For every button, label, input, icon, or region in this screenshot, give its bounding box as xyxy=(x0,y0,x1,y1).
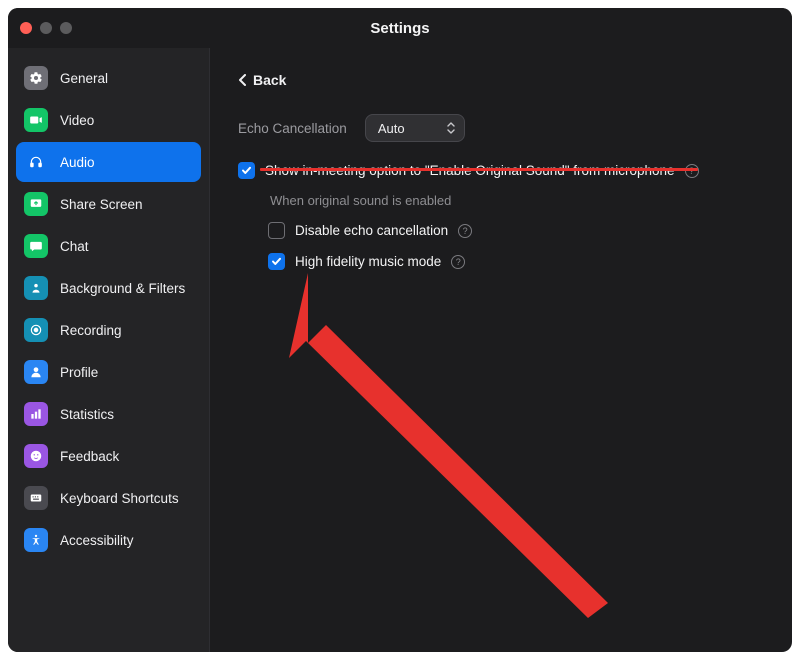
sidebar-item-label: General xyxy=(60,71,108,86)
keyboard-icon xyxy=(24,486,48,510)
traffic-light-minimize[interactable] xyxy=(40,22,52,34)
echo-cancellation-label: Echo Cancellation xyxy=(238,121,347,136)
accessibility-icon xyxy=(24,528,48,552)
chevron-left-icon xyxy=(238,74,247,86)
sidebar-item-label: Profile xyxy=(60,365,98,380)
sidebar-item-label: Video xyxy=(60,113,94,128)
disable-echo-row: Disable echo cancellation ? xyxy=(268,222,764,239)
high-fidelity-row: High fidelity music mode ? xyxy=(268,253,764,270)
sidebar-item-audio[interactable]: Audio xyxy=(16,142,201,182)
sidebar-item-feedback[interactable]: Feedback xyxy=(16,436,201,476)
help-disable-echo-icon[interactable]: ? xyxy=(458,224,472,238)
sidebar-item-label: Feedback xyxy=(60,449,119,464)
check-icon xyxy=(241,165,252,176)
titlebar: Settings xyxy=(8,8,792,48)
window-body: General Video Audio Share Screen xyxy=(8,48,792,652)
recording-icon xyxy=(24,318,48,342)
sidebar-item-label: Audio xyxy=(60,155,95,170)
high-fidelity-label: High fidelity music mode xyxy=(295,254,441,269)
sidebar-item-recording[interactable]: Recording xyxy=(16,310,201,350)
sidebar-item-keyboard-shortcuts[interactable]: Keyboard Shortcuts xyxy=(16,478,201,518)
headphones-icon xyxy=(24,150,48,174)
sidebar-item-label: Share Screen xyxy=(60,197,143,212)
chevron-up-down-icon xyxy=(446,122,456,134)
back-button[interactable]: Back xyxy=(238,72,764,88)
sidebar-item-background-filters[interactable]: Background & Filters xyxy=(16,268,201,308)
sidebar-item-general[interactable]: General xyxy=(16,58,201,98)
annotation-arrow xyxy=(278,263,618,623)
traffic-light-close[interactable] xyxy=(20,22,32,34)
window-controls xyxy=(20,22,72,34)
sidebar-item-label: Recording xyxy=(60,323,122,338)
sidebar-item-profile[interactable]: Profile xyxy=(16,352,201,392)
share-screen-icon xyxy=(24,192,48,216)
traffic-light-maximize[interactable] xyxy=(60,22,72,34)
video-icon xyxy=(24,108,48,132)
check-icon xyxy=(271,256,282,267)
original-sound-suboptions: Disable echo cancellation ? High fidelit… xyxy=(268,222,764,270)
window-title: Settings xyxy=(370,20,429,37)
sidebar-item-statistics[interactable]: Statistics xyxy=(16,394,201,434)
show-original-sound-checkbox[interactable] xyxy=(238,162,255,179)
feedback-icon xyxy=(24,444,48,468)
gear-icon xyxy=(24,66,48,90)
original-sound-section-heading: When original sound is enabled xyxy=(270,193,764,208)
disable-echo-label: Disable echo cancellation xyxy=(295,223,448,238)
disable-echo-checkbox[interactable] xyxy=(268,222,285,239)
sidebar-item-label: Accessibility xyxy=(60,533,134,548)
content-pane: Back Echo Cancellation Auto Show in-me xyxy=(210,48,792,652)
chat-icon xyxy=(24,234,48,258)
back-label: Back xyxy=(253,72,286,88)
statistics-icon xyxy=(24,402,48,426)
sidebar-item-label: Keyboard Shortcuts xyxy=(60,491,179,506)
background-filters-icon xyxy=(24,276,48,300)
annotation-underline xyxy=(260,168,698,171)
sidebar-item-video[interactable]: Video xyxy=(16,100,201,140)
sidebar-item-accessibility[interactable]: Accessibility xyxy=(16,520,201,560)
sidebar-item-label: Chat xyxy=(60,239,89,254)
high-fidelity-checkbox[interactable] xyxy=(268,253,285,270)
settings-window: Settings General Video Audio xyxy=(8,8,792,652)
sidebar: General Video Audio Share Screen xyxy=(8,48,210,652)
echo-cancellation-row: Echo Cancellation Auto xyxy=(238,114,764,142)
sidebar-item-share-screen[interactable]: Share Screen xyxy=(16,184,201,224)
profile-icon xyxy=(24,360,48,384)
sidebar-item-label: Statistics xyxy=(60,407,114,422)
sidebar-item-chat[interactable]: Chat xyxy=(16,226,201,266)
help-high-fidelity-icon[interactable]: ? xyxy=(451,255,465,269)
echo-cancellation-select[interactable]: Auto xyxy=(365,114,465,142)
echo-cancellation-value: Auto xyxy=(378,121,405,136)
sidebar-item-label: Background & Filters xyxy=(60,281,185,296)
